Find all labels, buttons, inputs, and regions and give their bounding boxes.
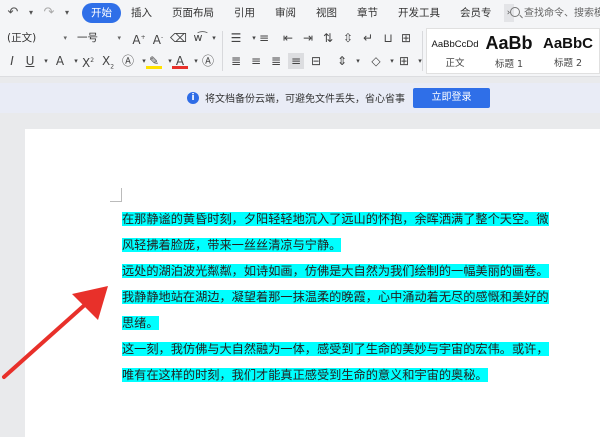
text-effect-icon[interactable]: Ⓐ	[120, 53, 136, 69]
chevron-down-icon[interactable]: ▾	[350, 53, 366, 69]
style-sample: AaBb	[485, 33, 533, 53]
line-break-icon[interactable]: ↵	[360, 30, 376, 46]
command-search[interactable]: 查找命令、搜索模	[510, 4, 600, 19]
justify-icon[interactable]: ≡	[288, 53, 304, 69]
highlighted-text: 风轻拂着脸庞，带来一丝丝清凉与宁静。	[122, 238, 342, 252]
align-right-icon[interactable]: ≣	[268, 53, 284, 69]
notice-content: i 将文档备份云端，可避免文件丢失，省心省事	[187, 90, 405, 105]
increase-indent-icon[interactable]: ⇥	[300, 30, 316, 46]
info-icon: i	[187, 91, 199, 104]
quick-access: ↶ ▾ ↷ ▾	[0, 5, 74, 20]
underline-icon[interactable]: U	[22, 53, 38, 69]
shading-icon[interactable]: ◇	[368, 53, 384, 69]
style-normal[interactable]: AaBbCcDd 正文	[429, 29, 481, 75]
align-left-icon[interactable]: ≣	[228, 53, 244, 69]
char-border-icon[interactable]: Ⓐ	[200, 53, 216, 69]
highlighted-text: 在那静谧的黄昏时刻，夕阳轻轻地沉入了远山的怀抱，余晖洒满了整个天空。微	[122, 212, 549, 226]
tab-review[interactable]: 审阅	[265, 3, 306, 23]
chevron-down-icon[interactable]: ▾	[206, 30, 222, 46]
tab-member[interactable]: 会员专	[450, 3, 502, 23]
font-color-icon[interactable]: A	[172, 53, 188, 69]
subscript-icon[interactable]: X2	[100, 53, 116, 70]
tab-developer[interactable]: 开发工具	[388, 3, 450, 23]
dropdown-icon[interactable]: ▾	[24, 8, 38, 17]
margin-corner-mark	[110, 201, 122, 202]
margin-corner-mark	[121, 188, 122, 202]
borders-icon[interactable]: ⊞	[396, 53, 412, 69]
ruler-icon[interactable]: ⊞	[398, 30, 414, 46]
dropdown-icon[interactable]: ▾	[60, 8, 74, 17]
align-center-icon[interactable]: ≡	[248, 53, 264, 69]
bullet-list-icon[interactable]: ☰	[228, 30, 244, 46]
chevron-down-icon: ▾	[117, 34, 121, 42]
text-line: 风轻拂着脸庞，带来一丝丝清凉与宁静。	[122, 235, 342, 255]
style-sample: AaBbC	[542, 35, 593, 52]
font-size-value: 一号	[77, 32, 98, 44]
style-label: 标题 2	[553, 58, 583, 69]
shrink-font-icon[interactable]: A-	[150, 30, 166, 47]
distribute-icon[interactable]: ⊟	[308, 53, 324, 69]
highlighted-text: 唯有在这样的时刻，我们才能真正感受到生命的意义和宇宙的奥秘。	[122, 368, 488, 382]
text-line: 我静静地站在湖边，凝望着那一抹温柔的晚霞，心中涌动着无尽的感慨和美好的	[122, 287, 549, 307]
divider	[422, 31, 423, 71]
style-select[interactable]: (正文) ▾	[4, 30, 70, 46]
style-gallery: AaBbCcDd 正文 AaBb 标题 1 AaBbC 标题 2	[426, 28, 600, 74]
font-size-select[interactable]: 一号 ▾	[74, 30, 124, 46]
decrease-indent-icon[interactable]: ⇤	[280, 30, 296, 46]
tab-insert[interactable]: 插入	[121, 3, 162, 23]
highlight-icon[interactable]: ✎	[146, 53, 162, 69]
tab-chapter[interactable]: 章节	[347, 3, 388, 23]
numbered-list-icon[interactable]: ≡	[256, 30, 272, 46]
tab-page-layout[interactable]: 页面布局	[162, 3, 224, 23]
highlighted-text: 这一刻，我仿佛与大自然融为一体，感受到了生命的美妙与宇宙的宏伟。或许，	[122, 342, 549, 356]
redo-icon[interactable]: ↷	[42, 5, 56, 20]
letter-a-icon[interactable]: A	[52, 53, 68, 69]
menu-tabs: 开始 插入 页面布局 引用 审阅 视图 章节 开发工具 会员专 ›	[82, 2, 514, 23]
highlighted-text: 远处的湖泊波光粼粼，如诗如画，仿佛是大自然为我们绘制的一幅美丽的画卷。	[122, 264, 549, 278]
style-heading-1[interactable]: AaBb 标题 1	[483, 29, 535, 75]
cloud-backup-notice: i 将文档备份云端，可避免文件丢失，省心省事 立即登录	[0, 83, 600, 113]
line-spacing-icon[interactable]: ⇕	[334, 53, 350, 69]
ribbon-toolbar: (正文) ▾ 一号 ▾ A+ A- ⌫ w͡ ▾ ☰ ▾ ≡ ⇤ ⇥ ⇅ ⇳ ↵…	[0, 25, 600, 77]
superscript-icon[interactable]: X2	[80, 53, 96, 70]
annotation-arrow-icon	[2, 286, 108, 379]
search-placeholder: 查找命令、搜索模	[524, 8, 600, 19]
grow-font-icon[interactable]: A+	[131, 30, 147, 47]
style-heading-2[interactable]: AaBbC 标题 2	[537, 29, 599, 75]
sort-icon[interactable]: ⇳	[340, 30, 356, 46]
tab-view[interactable]: 视图	[306, 3, 347, 23]
pinyin-icon[interactable]: w͡	[190, 30, 206, 46]
clear-format-icon[interactable]: ⌫	[170, 30, 187, 46]
undo-icon[interactable]: ↶	[6, 5, 20, 20]
style-label: 标题 1	[494, 59, 524, 70]
style-select-value: (正文)	[7, 32, 37, 44]
tab-references[interactable]: 引用	[224, 3, 265, 23]
text-direction-icon[interactable]: ⇅	[320, 30, 336, 46]
style-label: 正文	[445, 58, 465, 69]
text-line: 这一刻，我仿佛与大自然融为一体，感受到了生命的美妙与宇宙的宏伟。或许，	[122, 339, 549, 359]
text-line: 在那静谧的黄昏时刻，夕阳轻轻地沉入了远山的怀抱，余晖洒满了整个天空。微	[122, 209, 549, 229]
chevron-down-icon: ▾	[63, 34, 67, 42]
highlighted-text: 我静静地站在湖边，凝望着那一抹温柔的晚霞，心中涌动着无尽的感慨和美好的	[122, 290, 549, 304]
style-sample: AaBbCcDd	[431, 39, 479, 50]
tab-stop-icon[interactable]: ⊔	[380, 30, 396, 46]
text-line: 唯有在这样的时刻，我们才能真正感受到生命的意义和宇宙的奥秘。	[122, 365, 488, 385]
search-icon	[510, 6, 520, 17]
tab-home[interactable]: 开始	[82, 2, 121, 23]
highlighted-text: 思绪。	[122, 316, 159, 330]
text-line: 思绪。	[122, 313, 159, 333]
italic-icon[interactable]: I	[4, 53, 20, 69]
menu-bar: ↶ ▾ ↷ ▾ 开始 插入 页面布局 引用 审阅 视图 章节 开发工具 会员专 …	[0, 0, 600, 25]
notice-text: 将文档备份云端，可避免文件丢失，省心省事	[205, 94, 405, 105]
divider	[222, 31, 223, 71]
text-line: 远处的湖泊波光粼粼，如诗如画，仿佛是大自然为我们绘制的一幅美丽的画卷。	[122, 261, 549, 281]
login-button[interactable]: 立即登录	[413, 88, 490, 108]
